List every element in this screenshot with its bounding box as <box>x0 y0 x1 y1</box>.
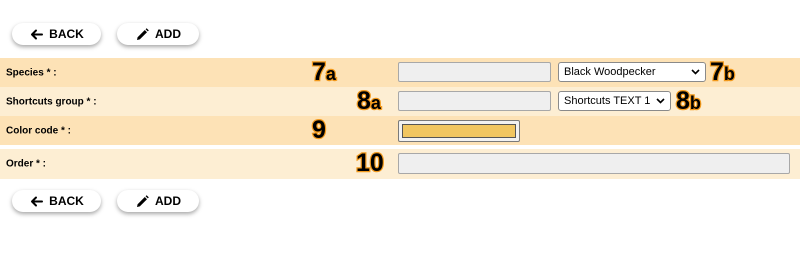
bottom-toolbar: BACK ADD <box>12 190 199 212</box>
color-code-marker: 9 <box>311 116 327 144</box>
shortcuts-group-select-value: Shortcuts TEXT 1 <box>564 95 651 107</box>
pencil-icon <box>135 194 149 208</box>
species-select-value: Black Woodpecker <box>564 66 656 78</box>
chevron-down-icon <box>655 96 665 106</box>
color-code-label: Color code * : <box>6 125 72 136</box>
chevron-down-icon <box>690 67 700 77</box>
order-row: Order * : 10 <box>0 149 800 179</box>
species-input[interactable] <box>398 62 551 82</box>
back-button[interactable]: BACK <box>12 190 101 212</box>
back-button-label: BACK <box>49 194 84 208</box>
shortcuts-group-select[interactable]: Shortcuts TEXT 1 <box>558 91 671 111</box>
shortcuts-group-label: Shortcuts group * : <box>6 96 97 107</box>
pencil-icon <box>135 27 149 41</box>
color-code-row: Color code * : 9 <box>0 116 800 145</box>
arrow-left-icon <box>29 27 43 41</box>
shortcuts-select-marker: 8b <box>675 87 702 115</box>
order-input[interactable] <box>398 153 790 174</box>
back-button-label: BACK <box>49 27 84 41</box>
color-code-picker[interactable] <box>398 120 520 142</box>
shortcuts-group-row: Shortcuts group * : 8a Shortcuts TEXT 1 … <box>0 87 800 116</box>
add-button[interactable]: ADD <box>117 190 199 212</box>
back-button[interactable]: BACK <box>12 23 101 45</box>
species-label: Species * : <box>6 67 57 78</box>
add-button-label: ADD <box>155 27 181 41</box>
shortcuts-input-marker: 8a <box>356 87 382 115</box>
top-toolbar: BACK ADD <box>12 23 199 45</box>
shortcuts-group-input[interactable] <box>398 91 551 111</box>
species-select[interactable]: Black Woodpecker <box>558 62 706 82</box>
species-select-marker: 7b <box>709 58 736 86</box>
order-label: Order * : <box>6 158 47 170</box>
arrow-left-icon <box>29 194 43 208</box>
add-button[interactable]: ADD <box>117 23 199 45</box>
order-marker: 10 <box>355 149 385 177</box>
add-button-label: ADD <box>155 194 181 208</box>
species-row: Species * : 7a Black Woodpecker 7b <box>0 58 800 87</box>
species-input-marker: 7a <box>311 58 337 86</box>
color-swatch <box>402 124 516 138</box>
